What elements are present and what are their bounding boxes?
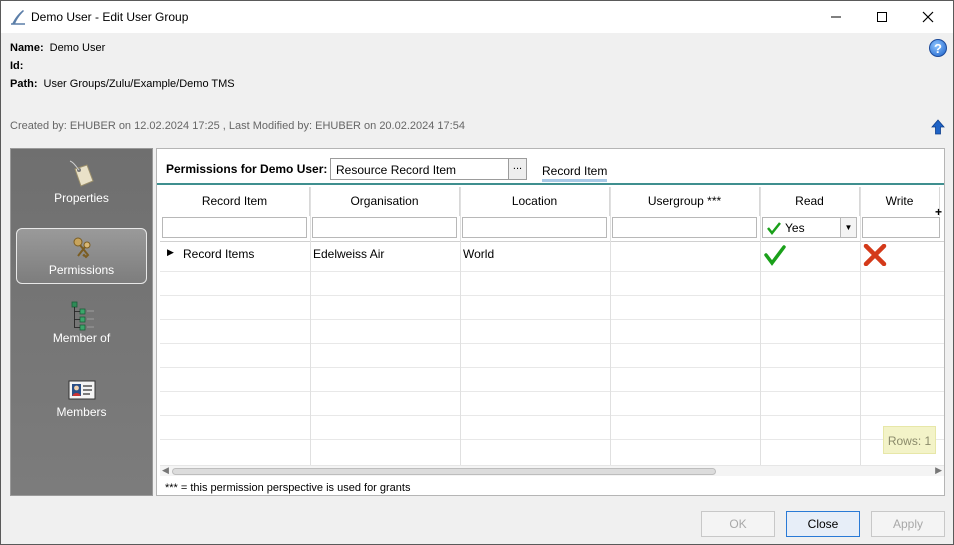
close-window-button[interactable] — [905, 1, 951, 33]
header-divider — [160, 241, 944, 242]
minimize-button[interactable] — [813, 1, 859, 33]
sidebar-item-properties[interactable]: Properties — [16, 155, 147, 211]
expand-arrow-icon[interactable]: ▶ — [167, 247, 174, 258]
path-row: Path: User Groups/Zulu/Example/Demo TMS — [10, 78, 235, 90]
column-divider — [760, 187, 761, 465]
cell-location[interactable]: World — [463, 247, 494, 261]
browse-button[interactable]: ... — [508, 159, 526, 179]
path-value: User Groups/Zulu/Example/Demo TMS — [43, 78, 235, 90]
minimize-icon — [831, 16, 841, 18]
row-divider — [160, 367, 944, 368]
column-header-usergroup[interactable]: Usergroup *** — [610, 187, 760, 216]
column-header-record-item[interactable]: Record Item — [160, 187, 310, 216]
permission-type-select[interactable]: Resource Record Item ... — [330, 158, 527, 180]
column-divider — [860, 187, 861, 465]
cell-organisation[interactable]: Edelweiss Air — [313, 247, 384, 261]
sidebar-item-label: Properties — [54, 191, 109, 205]
created-modified-info: Created by: EHUBER on 12.02.2024 17:25 ,… — [10, 120, 465, 132]
permissions-label: Permissions for Demo User: — [166, 162, 328, 176]
cell-record-item[interactable]: Record Items — [183, 247, 254, 261]
ok-button[interactable]: OK — [701, 511, 775, 537]
title-bar: Demo User - Edit User Group — [1, 1, 953, 33]
row-divider — [160, 319, 944, 320]
id-card-icon — [68, 380, 95, 400]
tag-icon — [69, 160, 94, 187]
filter-record-item[interactable] — [162, 217, 307, 238]
sidebar-item-member-of[interactable]: Member of — [16, 295, 147, 351]
column-header-read[interactable]: Read — [760, 187, 860, 216]
apply-button[interactable]: Apply — [871, 511, 945, 537]
maximize-button[interactable] — [859, 1, 905, 33]
tree-icon — [71, 301, 94, 331]
row-divider — [160, 391, 944, 392]
grants-footnote: *** = this permission perspective is use… — [165, 482, 411, 494]
row-divider — [160, 415, 944, 416]
name-label: Name: — [10, 42, 44, 54]
id-row: Id: — [10, 60, 29, 72]
column-header-organisation[interactable]: Organisation — [310, 187, 460, 216]
sidebar: Properties Permissions Member of Members — [10, 148, 153, 496]
scroll-left-icon[interactable]: ◀ — [162, 465, 169, 476]
maximize-icon — [877, 12, 887, 22]
close-button[interactable]: Close — [786, 511, 860, 537]
name-value: Demo User — [49, 42, 106, 54]
scroll-right-icon[interactable]: ▶ — [935, 465, 942, 476]
rows-count-badge: Rows: 1 — [883, 426, 936, 454]
window-title: Demo User - Edit User Group — [31, 10, 189, 24]
permissions-grid: Record Item Organisation Location Usergr… — [160, 187, 944, 465]
sidebar-item-permissions[interactable]: Permissions — [16, 228, 147, 284]
column-divider — [610, 187, 611, 465]
sidebar-item-label: Member of — [52, 331, 111, 345]
column-divider — [460, 187, 461, 465]
row-divider — [160, 271, 944, 272]
sidebar-item-label: Permissions — [48, 263, 115, 277]
permissions-panel: Permissions for Demo User: Resource Reco… — [156, 148, 945, 496]
chevron-down-icon[interactable]: ▼ — [840, 218, 856, 237]
close-icon — [922, 11, 934, 23]
tab-record-item[interactable]: Record Item — [542, 164, 608, 182]
write-denied-cross-icon[interactable] — [863, 244, 887, 266]
help-icon[interactable]: ? — [929, 39, 947, 57]
filter-usergroup[interactable] — [612, 217, 757, 238]
filter-read-value: Yes — [785, 220, 805, 235]
scroll-up-icon[interactable] — [931, 119, 945, 135]
filter-write[interactable] — [862, 217, 940, 238]
filter-read-select[interactable]: Yes ▼ — [762, 217, 857, 238]
filter-location[interactable] — [462, 217, 607, 238]
app-logo-icon — [11, 10, 25, 25]
column-divider — [310, 187, 311, 465]
permissions-toolbar: Permissions for Demo User: Resource Reco… — [157, 149, 944, 185]
row-divider — [160, 439, 944, 440]
id-label: Id: — [10, 60, 24, 72]
sidebar-item-label: Members — [56, 405, 107, 419]
sidebar-item-members[interactable]: Members — [16, 369, 147, 425]
column-header-location[interactable]: Location — [460, 187, 610, 216]
check-icon — [767, 221, 781, 235]
column-header-write[interactable]: Write — [860, 187, 940, 216]
path-label: Path: — [10, 78, 38, 90]
read-granted-check-icon[interactable] — [764, 244, 786, 266]
edit-user-group-window: Demo User - Edit User Group Name: Demo Us… — [0, 0, 954, 545]
name-row: Name: Demo User — [10, 42, 105, 54]
row-divider — [160, 343, 944, 344]
filter-organisation[interactable] — [312, 217, 457, 238]
keys-icon — [73, 237, 90, 259]
horizontal-scrollbar[interactable]: ◀ ▶ — [160, 465, 944, 476]
row-divider — [160, 295, 944, 296]
scrollbar-thumb[interactable] — [172, 468, 716, 475]
permission-type-value: Resource Record Item — [336, 163, 457, 177]
